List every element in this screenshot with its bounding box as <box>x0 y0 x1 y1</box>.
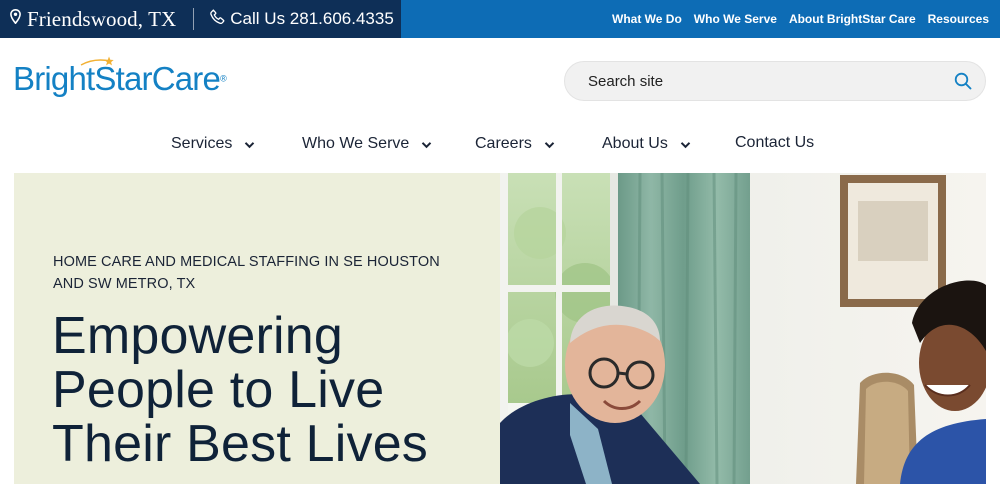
location-phone-bar: Friendswood, TX Call Us 281.606.4335 <box>0 0 401 38</box>
nav-label-services: Services <box>171 135 233 152</box>
phone-icon <box>210 9 225 29</box>
phone-label: Call Us 281.606.4335 <box>230 9 394 28</box>
nav-label-contact-us: Contact Us <box>735 134 815 151</box>
location-pin-icon <box>10 8 21 29</box>
utility-link-about-brightstar-care[interactable]: About BrightStar Care <box>789 12 916 26</box>
location-selector[interactable]: Friendswood, TX <box>10 7 176 32</box>
site-search <box>564 61 986 101</box>
nav-label-about-us: About Us <box>602 135 668 152</box>
nav-label-who-we-serve: Who We Serve <box>302 135 410 152</box>
chevron-down-icon <box>244 136 255 154</box>
nav-item-who-we-serve[interactable]: Who We Serve <box>302 134 432 154</box>
utility-links: What We Do Who We Serve About BrightStar… <box>600 0 989 38</box>
hero-headline: Empowering People to Live Their Best Liv… <box>52 307 429 473</box>
nav-item-contact-us[interactable]: Contact Us <box>735 134 814 152</box>
utility-bar: Friendswood, TX Call Us 281.606.4335 Wha… <box>0 0 1000 38</box>
hero-photo-caregiver-and-senior <box>500 173 986 484</box>
main-navigation: Services Who We Serve Careers About Us C… <box>0 134 1000 158</box>
nav-item-careers[interactable]: Careers <box>475 134 555 154</box>
nav-label-careers: Careers <box>475 135 532 152</box>
hero-text-panel: HOME CARE AND MEDICAL STAFFING IN SE HOU… <box>14 173 500 484</box>
call-us-link[interactable]: Call Us 281.606.4335 <box>210 9 394 29</box>
utility-link-what-we-do[interactable]: What We Do <box>612 12 682 26</box>
logo-wordmark: BrightStarCare <box>13 60 221 97</box>
search-input[interactable] <box>588 72 928 90</box>
chevron-down-icon <box>544 136 555 154</box>
topbar-divider <box>193 8 195 30</box>
nav-item-about-us[interactable]: About Us <box>602 134 691 154</box>
logo-registered-mark: ® <box>220 73 227 84</box>
nav-item-services[interactable]: Services <box>171 134 255 154</box>
chevron-down-icon <box>421 136 432 154</box>
chevron-down-icon <box>680 136 691 154</box>
hero-eyebrow: HOME CARE AND MEDICAL STAFFING IN SE HOU… <box>53 254 440 292</box>
search-icon[interactable] <box>953 71 973 91</box>
utility-link-who-we-serve[interactable]: Who We Serve <box>694 12 777 26</box>
location-label: Friendswood, TX <box>27 6 177 31</box>
utility-link-resources[interactable]: Resources <box>928 12 989 26</box>
brightstar-care-logo[interactable]: BrightStarCare® <box>13 56 227 102</box>
